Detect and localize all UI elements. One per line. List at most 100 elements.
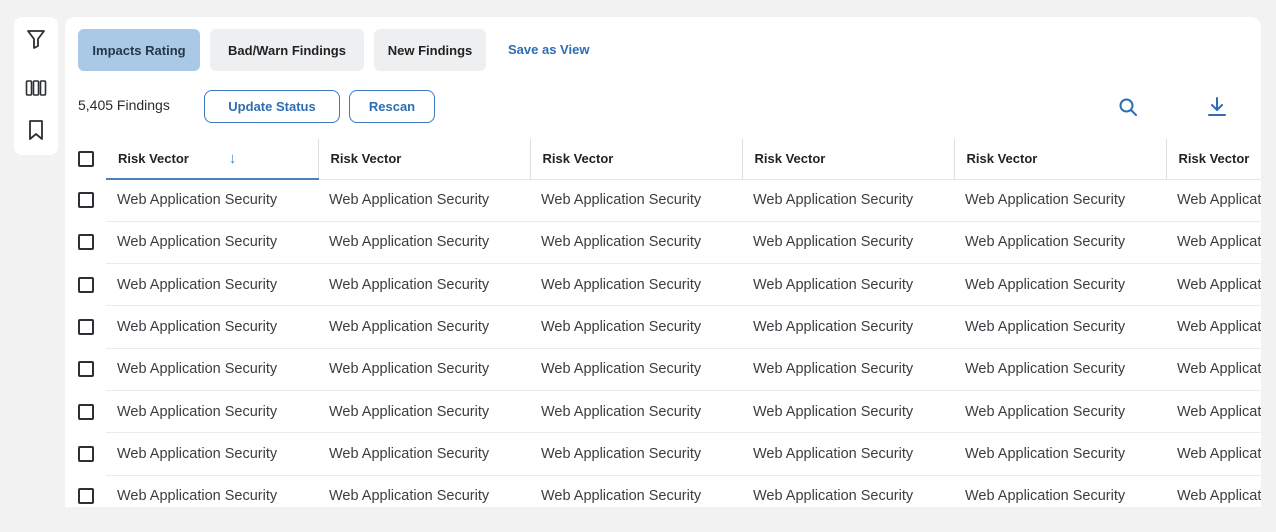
table-cell: Web Application Security: [318, 305, 530, 349]
table-cell: Web Application Security: [530, 179, 742, 222]
table-row[interactable]: Web Application Security Web Application…: [65, 475, 1261, 507]
table-cell: Web Application Security: [1166, 390, 1261, 434]
table-cell: Web Application Security: [530, 348, 742, 391]
table-cell: Web Application Security: [742, 390, 954, 434]
columns-icon[interactable]: [24, 76, 48, 100]
tab-new-findings[interactable]: New Findings: [374, 29, 486, 71]
column-header[interactable]: Risk Vector ↓: [106, 139, 318, 180]
column-header[interactable]: Risk Vector: [529, 139, 742, 180]
table-cell: Web Application Security: [530, 475, 742, 507]
table-row[interactable]: Web Application Security Web Application…: [65, 348, 1261, 391]
column-header-label: Risk Vector: [542, 151, 614, 167]
row-select-cell: [65, 306, 106, 348]
select-all-checkbox[interactable]: [78, 151, 94, 167]
rescan-button[interactable]: Rescan: [349, 90, 435, 123]
column-header-label: Risk Vector: [330, 151, 402, 167]
row-checkbox[interactable]: [78, 445, 94, 462]
table-cell: Web Application Security: [742, 305, 954, 349]
row-select-cell: [65, 264, 106, 306]
table-cell: Web Application Security: [1166, 475, 1261, 507]
column-header[interactable]: Risk Vector: [741, 139, 954, 180]
bookmark-icon[interactable]: [24, 118, 48, 142]
table-cell: Web Application Security: [742, 475, 954, 507]
table-cell: Web Application Security: [954, 263, 1166, 307]
table-cell: Web Application Security: [318, 221, 530, 265]
table-cell: Web Application Security: [106, 179, 318, 222]
table-cell: Web Application Security: [742, 263, 954, 307]
row-select-cell: [65, 433, 106, 475]
header-select-cell: [65, 139, 106, 179]
table-cell: Web Application Security: [318, 390, 530, 434]
save-as-view-link[interactable]: Save as View: [508, 29, 589, 71]
table-cell: Web Application Security: [742, 221, 954, 265]
column-header-label: Risk Vector: [118, 151, 189, 166]
table-row[interactable]: Web Application Security Web Application…: [65, 432, 1261, 476]
row-select-cell: [65, 179, 106, 221]
table-cell: Web Application Security: [1166, 305, 1261, 349]
table-header-row: Risk Vector ↓ Risk Vector Risk Vector Ris…: [65, 139, 1261, 180]
table-cell: Web Application Security: [318, 179, 530, 222]
table-cell: Web Application Security: [106, 475, 318, 507]
table-cell: Web Application Security: [1166, 221, 1261, 265]
table-cell: Web Application Security: [954, 179, 1166, 222]
sort-descending-icon[interactable]: ↓: [229, 150, 237, 167]
table-row[interactable]: Web Application Security Web Application…: [65, 179, 1261, 222]
table-row[interactable]: Web Application Security Web Application…: [65, 263, 1261, 307]
table-cell: Web Application Security: [106, 221, 318, 265]
download-icon[interactable]: [1205, 95, 1229, 119]
table-row[interactable]: Web Application Security Web Application…: [65, 390, 1261, 434]
tab-impacts-rating[interactable]: Impacts Rating: [78, 29, 200, 71]
table-cell: Web Application Security: [742, 348, 954, 391]
row-checkbox[interactable]: [78, 319, 94, 336]
column-header[interactable]: Risk Vector: [317, 139, 530, 180]
column-header[interactable]: Risk Vector: [953, 139, 1166, 180]
findings-panel: Impacts Rating Bad/Warn Findings New Fin…: [65, 17, 1261, 507]
table-cell: Web Application Security: [318, 475, 530, 507]
filter-icon[interactable]: [24, 27, 48, 51]
table-cell: Web Application Security: [318, 348, 530, 391]
table-cell: Web Application Security: [954, 390, 1166, 434]
table-cell: Web Application Security: [1166, 348, 1261, 391]
table-cell: Web Application Security: [106, 390, 318, 434]
column-header-label: Risk Vector: [1178, 151, 1250, 167]
row-select-cell: [65, 475, 106, 507]
update-status-button[interactable]: Update Status: [204, 90, 340, 123]
row-checkbox[interactable]: [78, 488, 94, 505]
table-cell: Web Application Security: [1166, 432, 1261, 476]
findings-count: 5,405 Findings: [78, 97, 170, 113]
table-cell: Web Application Security: [106, 348, 318, 391]
table-row[interactable]: Web Application Security Web Application…: [65, 221, 1261, 265]
table-cell: Web Application Security: [954, 432, 1166, 476]
table-cell: Web Application Security: [318, 432, 530, 476]
row-checkbox[interactable]: [78, 403, 94, 420]
row-select-cell: [65, 390, 106, 432]
table-cell: Web Application Security: [742, 179, 954, 222]
column-header[interactable]: Risk Vector: [1165, 139, 1261, 180]
table-cell: Web Application Security: [954, 221, 1166, 265]
table-cell: Web Application Security: [954, 475, 1166, 507]
findings-table: Risk Vector ↓ Risk Vector Risk Vector Ris…: [65, 139, 1261, 507]
row-select-cell: [65, 221, 106, 263]
row-checkbox[interactable]: [78, 361, 94, 378]
column-header-label: Risk Vector: [754, 151, 826, 167]
table-cell: Web Application Security: [954, 305, 1166, 349]
table-cell: Web Application Security: [530, 263, 742, 307]
table-cell: Web Application Security: [106, 432, 318, 476]
table-cell: Web Application Security: [106, 263, 318, 307]
tab-bad-warn-findings[interactable]: Bad/Warn Findings: [210, 29, 364, 71]
table-cell: Web Application Security: [1166, 263, 1261, 307]
left-rail: [14, 17, 58, 155]
row-checkbox[interactable]: [78, 276, 94, 293]
row-checkbox[interactable]: [78, 192, 94, 209]
table-cell: Web Application Security: [1166, 179, 1261, 222]
search-icon[interactable]: [1116, 95, 1140, 119]
row-select-cell: [65, 348, 106, 390]
table-cell: Web Application Security: [742, 432, 954, 476]
row-checkbox[interactable]: [78, 234, 94, 251]
table-cell: Web Application Security: [954, 348, 1166, 391]
table-cell: Web Application Security: [106, 305, 318, 349]
table-cell: Web Application Security: [530, 221, 742, 265]
column-header-label: Risk Vector: [966, 151, 1038, 167]
table-cell: Web Application Security: [318, 263, 530, 307]
table-row[interactable]: Web Application Security Web Application…: [65, 305, 1261, 349]
